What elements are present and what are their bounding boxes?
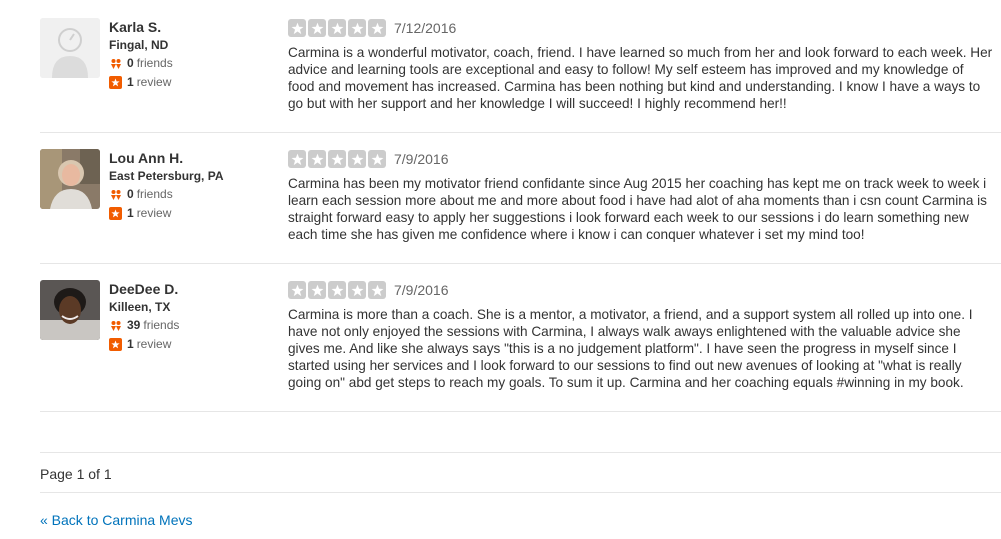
friends-count: 39 friends	[109, 318, 179, 333]
star-rating	[288, 19, 386, 37]
review-star-icon	[109, 76, 122, 89]
friends-icon	[109, 57, 122, 70]
user-location: East Petersburg, PA	[109, 169, 224, 183]
reviews-count: 1 review	[109, 206, 223, 221]
review-date: 7/12/2016	[394, 20, 457, 36]
star-icon	[348, 19, 366, 37]
review-content: 7/9/2016 Carmina is more than a coach. S…	[288, 280, 1001, 411]
star-rating	[288, 281, 386, 299]
friends-count: 0 friends	[109, 56, 173, 71]
star-icon	[308, 150, 326, 168]
star-icon	[348, 281, 366, 299]
friends-icon	[109, 188, 122, 201]
star-icon	[348, 150, 366, 168]
star-icon	[328, 150, 346, 168]
page-indicator: Page 1 of 1	[40, 466, 112, 482]
user-name[interactable]: Karla S.	[109, 19, 173, 35]
review-content: 7/9/2016 Carmina has been my motivator f…	[288, 149, 1001, 263]
star-icon	[288, 19, 306, 37]
reviews-count: 1 review	[109, 337, 179, 352]
user-photo-icon	[40, 280, 100, 340]
user-location: Fingal, ND	[109, 38, 169, 52]
star-icon	[368, 281, 386, 299]
friends-icon	[109, 319, 122, 332]
star-icon	[308, 19, 326, 37]
user-info: Lou Ann H. East Petersburg, PA 0 friends …	[40, 149, 288, 263]
user-location: Killeen, TX	[109, 300, 171, 314]
divider	[40, 492, 1001, 493]
star-icon	[368, 150, 386, 168]
star-icon	[328, 281, 346, 299]
review-date: 7/9/2016	[394, 151, 449, 167]
star-rating	[288, 150, 386, 168]
avatar[interactable]	[40, 18, 100, 78]
star-icon	[308, 281, 326, 299]
back-link[interactable]: « Back to Carmina Mevs	[40, 512, 193, 528]
review-text: Carmina has been my motivator friend con…	[288, 176, 987, 242]
review-date: 7/9/2016	[394, 282, 449, 298]
star-icon	[288, 150, 306, 168]
review-text: Carmina is more than a coach. She is a m…	[288, 307, 973, 390]
default-avatar-icon	[40, 18, 100, 78]
user-name[interactable]: Lou Ann H.	[109, 150, 223, 166]
reviews-count: 1 review	[109, 75, 173, 90]
user-name[interactable]: DeeDee D.	[109, 281, 179, 297]
user-info: DeeDee D. Killeen, TX 39 friends 1 review	[40, 280, 288, 411]
review-item: DeeDee D. Killeen, TX 39 friends 1 review	[40, 264, 1001, 412]
star-icon	[368, 19, 386, 37]
avatar[interactable]	[40, 280, 100, 340]
star-icon	[328, 19, 346, 37]
user-info: Karla S. Fingal, ND 0 friends 1 review	[40, 18, 288, 132]
star-icon	[288, 281, 306, 299]
review-star-icon	[109, 207, 122, 220]
review-list: Karla S. Fingal, ND 0 friends 1 review 7…	[40, 0, 1001, 412]
pagination: Page 1 of 1	[40, 452, 1001, 482]
friends-count: 0 friends	[109, 187, 223, 202]
review-star-icon	[109, 338, 122, 351]
avatar[interactable]	[40, 149, 100, 209]
review-item: Karla S. Fingal, ND 0 friends 1 review 7…	[40, 0, 1001, 133]
review-content: 7/12/2016 Carmina is a wonderful motivat…	[288, 18, 1001, 132]
review-item: Lou Ann H. East Petersburg, PA 0 friends …	[40, 133, 1001, 264]
review-text: Carmina is a wonderful motivator, coach,…	[288, 45, 993, 111]
user-photo-icon	[40, 149, 100, 209]
